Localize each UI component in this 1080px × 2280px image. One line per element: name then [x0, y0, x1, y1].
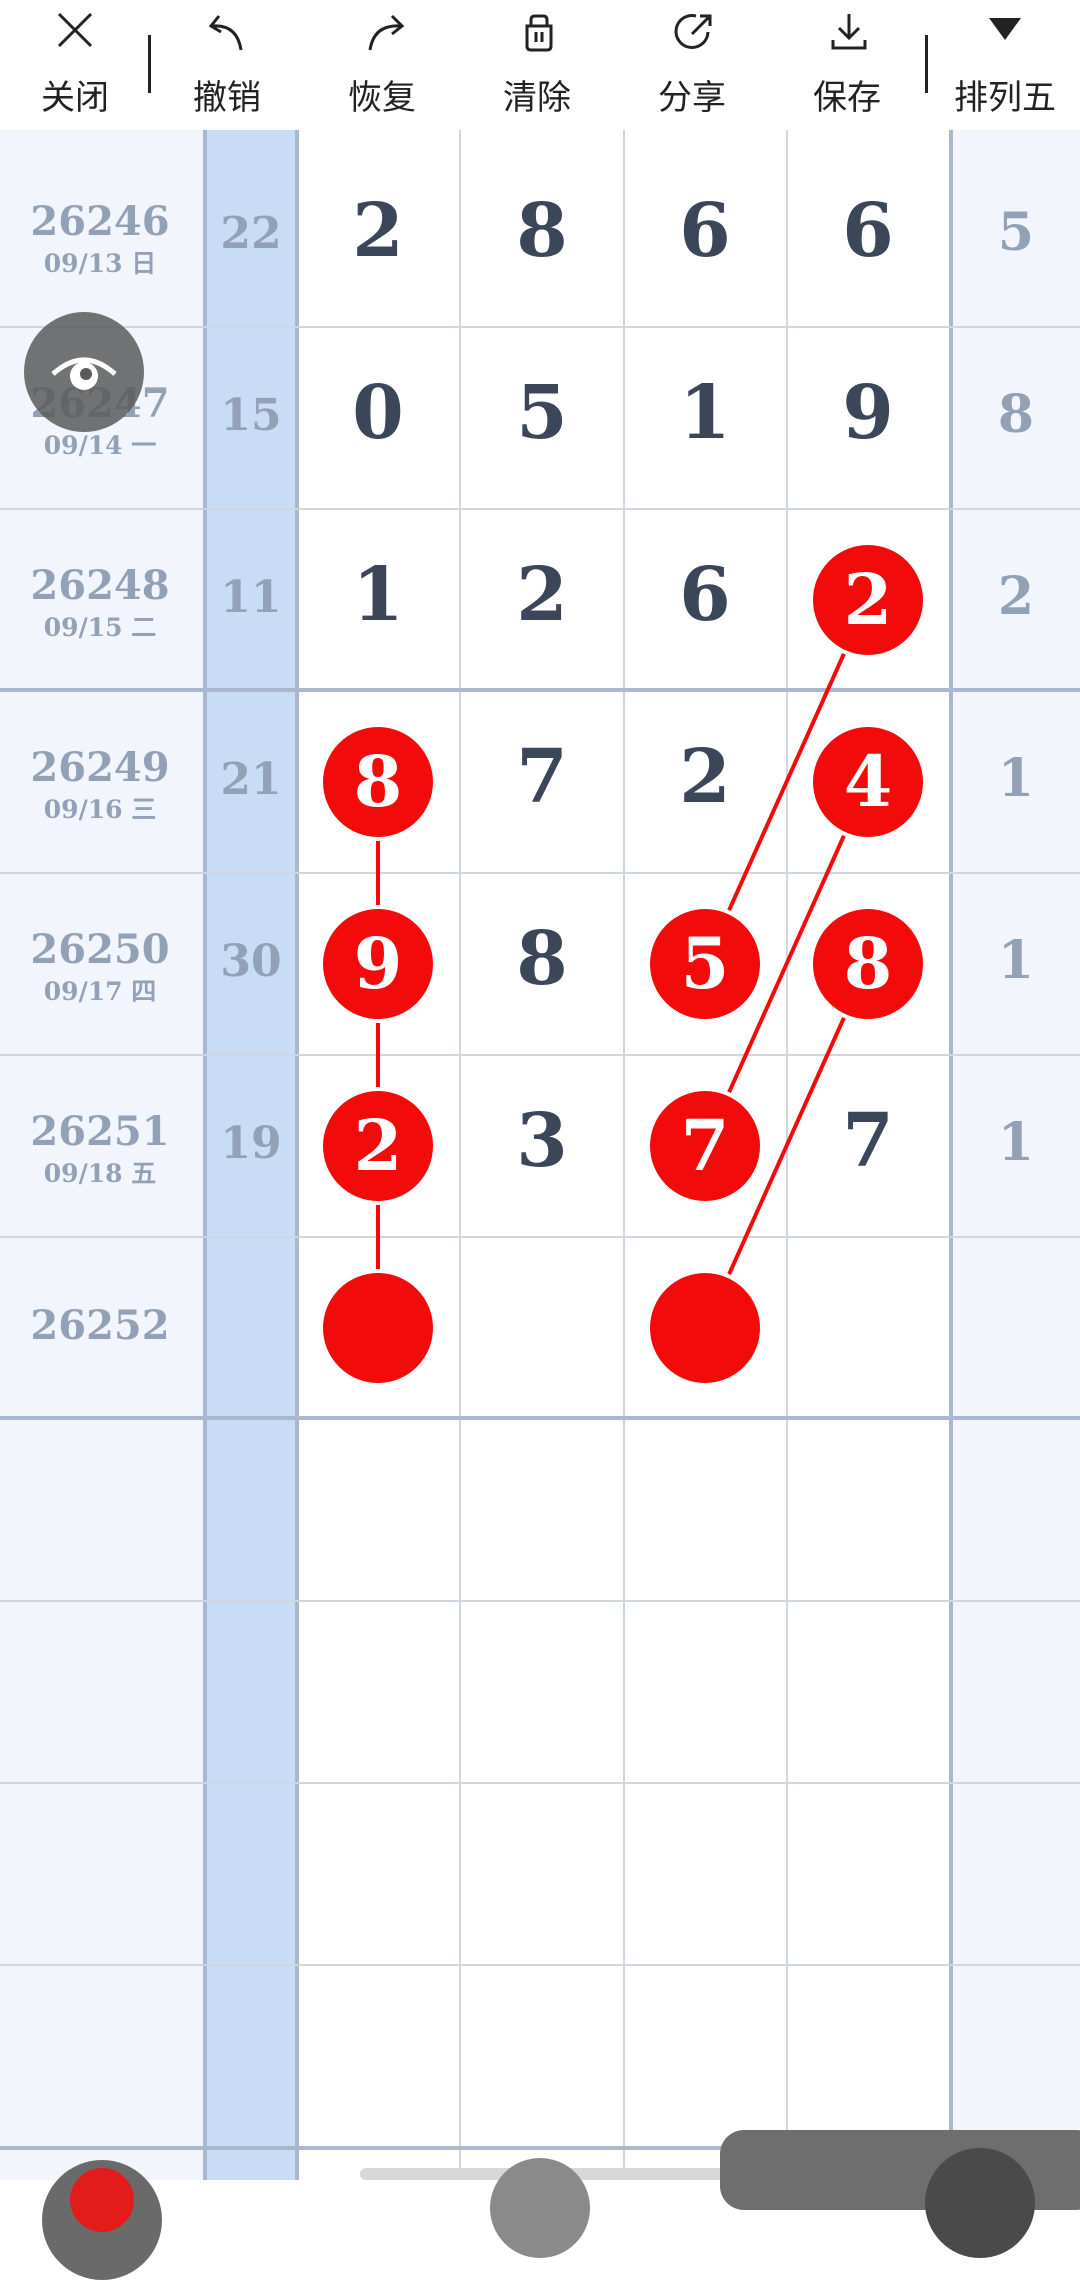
undo-button[interactable]: 撤销 [152, 0, 302, 130]
trash-icon [525, 14, 553, 52]
triangle-down-icon [989, 18, 1021, 40]
panel-toggle-button[interactable] [925, 2148, 1035, 2258]
toggle-visibility-button[interactable] [24, 312, 144, 432]
highlight-ball[interactable]: 7 [646, 1087, 764, 1205]
redo-label: 恢复 [348, 78, 416, 118]
highlight-ball[interactable]: 9 [319, 905, 437, 1023]
eye-icon [51, 357, 117, 390]
highlight-ball[interactable]: 5 [646, 905, 764, 1023]
lottery-type-dropdown[interactable]: 排列五 [930, 0, 1080, 130]
highlight-ball[interactable]: 2 [809, 541, 927, 659]
highlight-ball[interactable]: 4 [809, 723, 927, 841]
close-label: 关闭 [41, 78, 109, 118]
clear-label: 清除 [503, 78, 571, 118]
undo-label: 撤销 [193, 78, 261, 118]
share-button[interactable]: 分享 [617, 0, 767, 130]
save-label: 保存 [813, 78, 881, 118]
toolbar: 关闭 撤销 恢复 清除 分享 保存 排列五 [0, 0, 1080, 130]
redo-button[interactable]: 恢复 [307, 0, 457, 130]
toolbar-divider [925, 35, 928, 93]
trend-grid[interactable]: 2624609/13 日22286652624709/14 一150519826… [0, 130, 1080, 2180]
highlight-ball[interactable] [646, 1269, 764, 1387]
download-icon [831, 14, 867, 50]
clear-button[interactable]: 清除 [462, 0, 612, 130]
close-icon [57, 12, 93, 48]
highlight-ball[interactable]: 8 [319, 723, 437, 841]
close-button[interactable]: 关闭 [0, 0, 150, 130]
trend-lines [376, 599, 870, 1329]
save-button[interactable]: 保存 [772, 0, 922, 130]
red-ball-icon [70, 2168, 134, 2232]
share-icon [674, 14, 712, 49]
redo-icon [368, 14, 405, 51]
toolbar-divider [148, 35, 151, 93]
floating-ball-button[interactable] [42, 2160, 162, 2280]
undo-icon [208, 15, 243, 51]
highlight-ball[interactable]: 8 [809, 905, 927, 1023]
highlight-ball[interactable]: 2 [319, 1087, 437, 1205]
share-label: 分享 [658, 78, 726, 118]
lottery-type-label: 排列五 [954, 78, 1056, 118]
floating-action-button[interactable] [490, 2158, 590, 2258]
highlight-ball[interactable] [319, 1269, 437, 1387]
